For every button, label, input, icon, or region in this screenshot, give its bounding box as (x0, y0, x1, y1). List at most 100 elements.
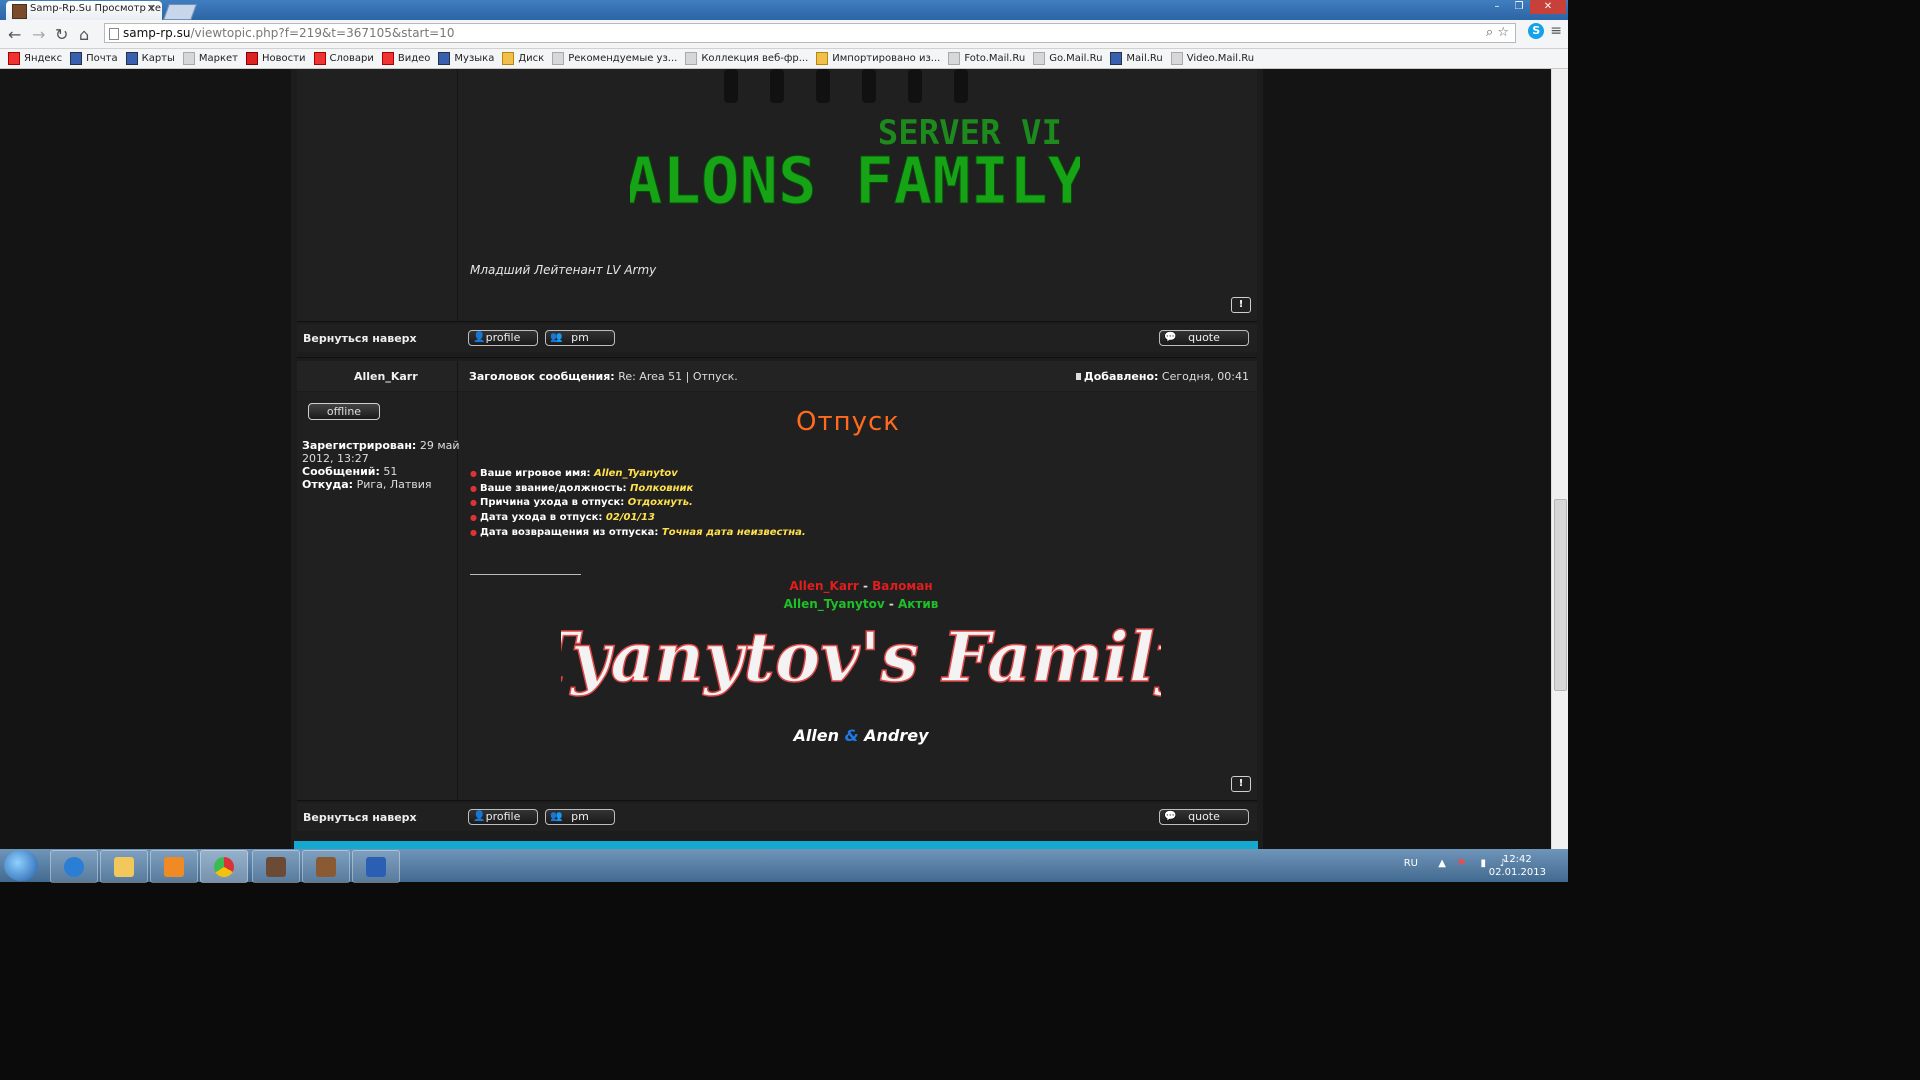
posts-label: Сообщений: (302, 465, 380, 478)
start-button[interactable] (4, 850, 38, 881)
quote-icon: 💬 (1164, 811, 1177, 822)
forward-icon[interactable]: → (32, 25, 45, 44)
signature-divider (470, 574, 581, 575)
chrome-icon (214, 857, 234, 877)
window-close-icon[interactable]: ✕ (1530, 0, 1566, 14)
post-date: Добавлено: Сегодня, 00:41 (1075, 370, 1249, 383)
address-bar[interactable]: samp-rp.su/viewtopic.php?f=219&t=367105&… (104, 23, 1516, 43)
page-icon (1033, 52, 1046, 65)
taskbar-game1[interactable] (252, 850, 300, 883)
taskbar-media[interactable] (150, 850, 198, 883)
new-tab-button[interactable] (163, 4, 197, 20)
user-rank: Младший Лейтенант LV Army (470, 263, 657, 277)
bookmark-label: Почта (86, 53, 118, 64)
taskbar-game2[interactable] (302, 850, 350, 883)
form-row: ● Ваше звание/должность: Полковник (470, 482, 694, 494)
profile-button[interactable]: 👤 profile (468, 330, 538, 346)
divider (297, 321, 1257, 322)
bookmark-label: Mail.Ru (1126, 53, 1163, 64)
bookmark-item[interactable]: Карты (125, 52, 175, 65)
status-badge: offline (308, 403, 380, 420)
post-author[interactable]: Allen_Karr (354, 370, 418, 383)
bookmark-item[interactable]: Почта (70, 52, 118, 65)
bookmark-item[interactable]: Диск (502, 52, 544, 65)
users-icon: 👥 (550, 332, 563, 343)
alons-family-signature-image: SERVER VI ALONS FAMILY (630, 69, 1080, 220)
page-scrollbar[interactable] (1551, 69, 1568, 849)
quote-button[interactable]: 💬 quote (1159, 809, 1249, 825)
taskbar-explorer[interactable] (100, 850, 148, 883)
maximize-icon[interactable]: ❐ (1508, 0, 1530, 14)
bookmark-item[interactable]: Новости (246, 52, 306, 65)
users-icon: 👥 (550, 811, 563, 822)
folder-icon (816, 52, 829, 65)
bookmark-label: Импортировано из... (832, 53, 941, 64)
taskbar-ie[interactable] (50, 850, 98, 883)
user-icon: 👤 (473, 332, 486, 343)
menu-icon[interactable]: ≡ (1550, 23, 1562, 39)
relation-line: Allen_Karr - Валоман (741, 579, 981, 593)
registered-label: Зарегистрирован: (302, 439, 417, 452)
pm-button[interactable]: 👥 pm (545, 809, 615, 825)
scrollbar-thumb[interactable] (1554, 499, 1567, 691)
relation-value: Валоман (872, 579, 933, 593)
bookmark-item[interactable]: Рекомендуемые уз... (552, 52, 677, 65)
minimize-icon[interactable]: – (1486, 0, 1508, 14)
divider (297, 800, 1257, 801)
clock[interactable]: 12:42 02.01.2013 (1489, 853, 1546, 879)
column-divider (457, 69, 458, 321)
bookmark-item[interactable]: Video.Mail.Ru (1170, 52, 1254, 65)
pm-button-label: pm (571, 810, 589, 823)
reload-icon[interactable]: ↻ (55, 25, 68, 44)
bookmark-item[interactable]: Foto.Mail.Ru (948, 52, 1025, 65)
quote-button-label: quote (1188, 331, 1220, 344)
browser-toolbar: ← → ↻ ⌂ samp-rp.su/viewtopic.php?f=219&t… (0, 20, 1568, 49)
post-link-icon[interactable] (1075, 373, 1081, 380)
bookmark-item[interactable]: Видео (381, 52, 430, 65)
post2-actions: Вернуться наверх 👤 profile 👥 pm 💬 quote (297, 803, 1257, 831)
network-icon[interactable]: ▮ (1480, 858, 1486, 869)
bookmark-item[interactable]: Коллекция веб-фр... (685, 52, 808, 65)
skype-icon[interactable]: S (1528, 23, 1545, 39)
action-center-icon[interactable]: ⚑ (1457, 858, 1466, 869)
bookmark-label: Музыка (454, 53, 495, 64)
posts-value: 51 (383, 465, 398, 478)
bookmark-item[interactable]: Mail.Ru (1110, 52, 1163, 65)
extension-area: S ≡ (1528, 23, 1562, 39)
zoom-icon[interactable]: ⌕ ☆ (1486, 24, 1509, 42)
posts-row: Сообщений: 51 (302, 465, 462, 478)
quote-button[interactable]: 💬 quote (1159, 330, 1249, 346)
bookmark-label: Рекомендуемые уз... (568, 53, 678, 64)
browser-titlebar: Samp-Rp.Su Просмотр те ✕ – ❐ ✕ (0, 0, 1568, 20)
form-label: Ваше звание/должность: (479, 482, 627, 494)
bookmark-item[interactable]: Маркет (182, 52, 239, 65)
post-subject: Заголовок сообщения: Re: Area 51 | Отпус… (469, 370, 738, 383)
taskbar-word[interactable] (352, 850, 400, 883)
back-icon[interactable]: ← (8, 25, 21, 44)
profile-button[interactable]: 👤 profile (468, 809, 538, 825)
form-label: Ваше игровое имя: (479, 468, 591, 479)
bookmark-item[interactable]: Go.Mail.Ru (1033, 52, 1102, 65)
browser-tab[interactable]: Samp-Rp.Su Просмотр те ✕ (6, 1, 162, 20)
forum-footer-strip (294, 841, 1258, 849)
back-to-top-link[interactable]: Вернуться наверх (303, 332, 417, 345)
mailru-icon (1110, 52, 1123, 65)
close-tab-icon[interactable]: ✕ (147, 2, 156, 15)
pm-button[interactable]: 👥 pm (545, 330, 615, 346)
language-indicator[interactable]: RU (1404, 858, 1418, 869)
home-icon[interactable]: ⌂ (79, 25, 89, 44)
back-to-top-link[interactable]: Вернуться наверх (303, 811, 417, 824)
bookmark-label: Маркет (198, 53, 239, 64)
bookmark-item[interactable]: Словари (313, 52, 374, 65)
taskbar-chrome[interactable] (200, 850, 248, 883)
bookmark-item[interactable]: Яндекс (8, 52, 62, 65)
show-hidden-icons-icon[interactable]: ▲ (1438, 858, 1446, 869)
bookmark-item[interactable]: Музыка (438, 52, 494, 65)
bookmark-item[interactable]: Импортировано из... (816, 52, 940, 65)
form-row: ● Ваше игровое имя: Allen_Tyanytov (470, 468, 678, 479)
report-post-icon[interactable]: ! (1231, 297, 1251, 313)
report-post-icon[interactable]: ! (1231, 776, 1251, 792)
from-value: Рига, Латвия (356, 478, 432, 491)
bookmarks-bar: Яндекс Почта Карты Маркет Новости Словар… (0, 49, 1568, 69)
game-icon (316, 857, 336, 877)
